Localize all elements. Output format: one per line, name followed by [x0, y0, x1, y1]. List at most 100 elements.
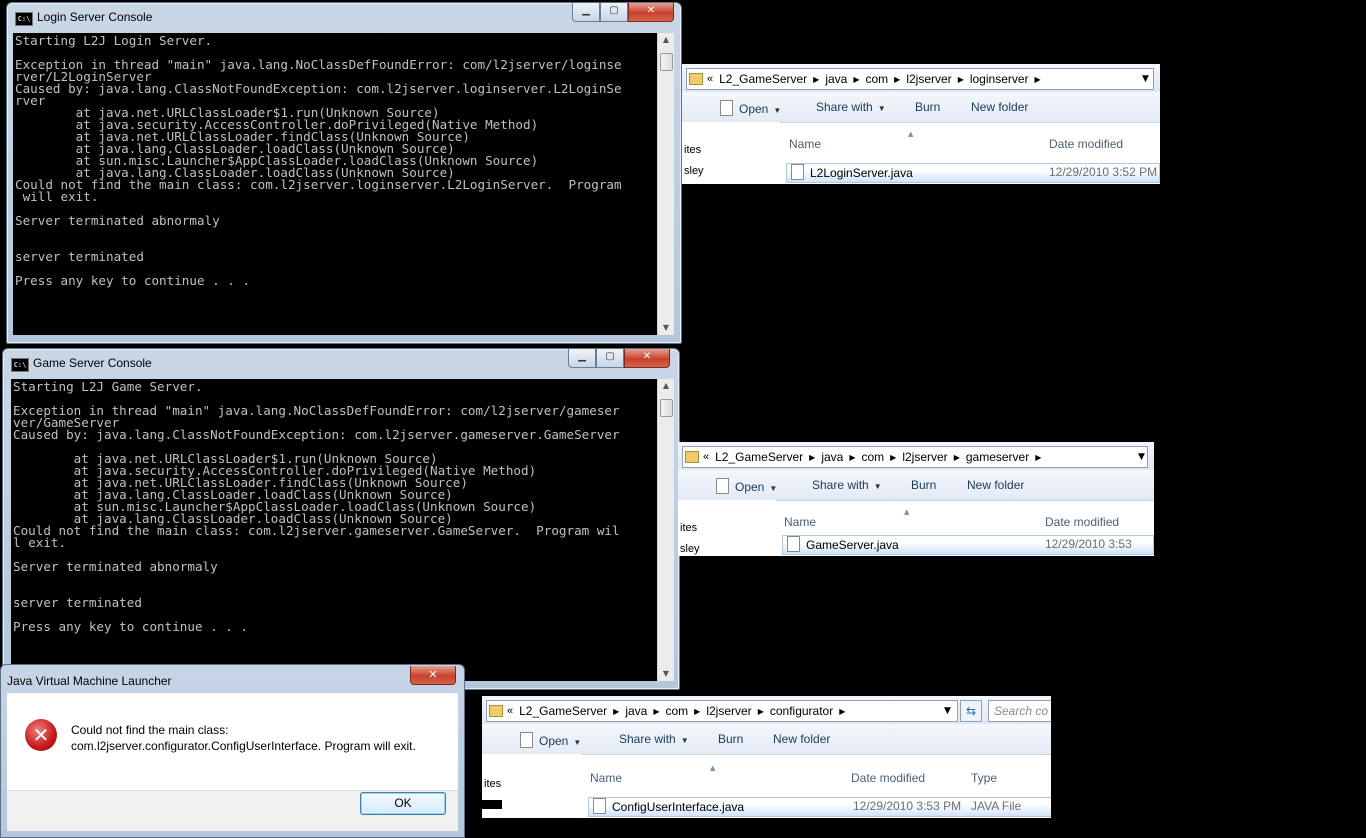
share-with-button[interactable]: Share with ▼ — [619, 732, 689, 746]
breadcrumb-com[interactable]: com — [660, 704, 695, 718]
address-dropdown-icon[interactable]: ▼ — [944, 706, 951, 716]
command-bar: Open ▼ Share with ▼ Burn New folder — [682, 92, 1160, 123]
file-name: ConfigUserInterface.java — [612, 800, 745, 814]
column-header-name[interactable]: Name — [590, 771, 622, 785]
close-button[interactable]: ✕ — [624, 349, 670, 368]
close-button[interactable]: ✕ — [628, 3, 674, 22]
breadcrumb-l2-gameserver[interactable]: L2_GameServer — [513, 704, 613, 718]
file-type: JAVA File — [971, 799, 1022, 813]
breadcrumb-l2-gameserver[interactable]: L2_GameServer — [709, 450, 809, 464]
column-header-date[interactable]: Date modified — [851, 771, 925, 785]
column-header-date[interactable]: Date modified — [1049, 137, 1123, 151]
console-scrollbar[interactable]: ▲ ▼ — [657, 379, 674, 681]
open-button[interactable]: Open ▼ — [716, 478, 777, 494]
nav-item[interactable]: ites — [684, 144, 701, 156]
file-row[interactable]: L2LoginServer.java 12/29/2010 3:52 PM — [786, 163, 1160, 183]
column-header-name[interactable]: Name — [789, 137, 821, 151]
breadcrumb[interactable]: « L2_GameServer ▶ java ▶ com ▶ l2jserver ▶ g… — [682, 446, 1148, 468]
scroll-up-arrow-icon[interactable]: ▲ — [658, 379, 674, 393]
scroll-thumb[interactable] — [660, 399, 673, 417]
breadcrumb-arrow-icon[interactable]: ▶ — [1035, 453, 1041, 462]
share-with-button[interactable]: Share with ▼ — [812, 478, 882, 492]
scroll-down-arrow-icon[interactable]: ▼ — [658, 321, 674, 335]
chevron-down-icon: ▼ — [773, 106, 782, 115]
breadcrumb-l2-gameserver[interactable]: L2_GameServer — [713, 72, 813, 86]
column-header-name[interactable]: Name — [784, 515, 816, 529]
column-header-type[interactable]: Type — [971, 771, 997, 785]
open-button[interactable]: Open ▼ — [720, 100, 781, 116]
folder-icon — [685, 451, 699, 463]
console-icon: C:\ — [15, 12, 33, 26]
breadcrumb-arrow-icon[interactable]: ▶ — [839, 707, 845, 716]
refresh-icon: ⇆ — [965, 704, 977, 718]
java-file-icon — [787, 536, 800, 552]
breadcrumb-gameserver[interactable]: gameserver — [960, 450, 1035, 464]
new-folder-button[interactable]: New folder — [971, 100, 1028, 114]
address-bar: « L2_GameServer ▶ java ▶ com ▶ l2jserver ▶ l… — [682, 64, 1160, 93]
nav-item[interactable]: sley — [680, 543, 700, 555]
breadcrumb-java[interactable]: java — [619, 704, 653, 718]
scroll-down-arrow-icon[interactable]: ▼ — [658, 667, 674, 681]
burn-button[interactable]: Burn — [911, 478, 936, 492]
breadcrumb-l2jserver[interactable]: l2jserver — [896, 450, 953, 464]
message-line-1: Could not find the main class: — [71, 723, 229, 737]
search-input[interactable]: Search co — [988, 700, 1051, 722]
burn-button[interactable]: Burn — [915, 100, 940, 114]
navigation-pane: ites sley — [682, 122, 780, 184]
breadcrumb-l2jserver[interactable]: l2jserver — [900, 72, 957, 86]
java-file-icon — [593, 798, 606, 814]
sort-indicator-icon: ▲ — [904, 508, 910, 516]
burn-button[interactable]: Burn — [718, 732, 743, 746]
address-bar: « L2_GameServer ▶ java ▶ com ▶ l2jserver ▶ c… — [482, 696, 1051, 725]
minimize-button[interactable]: ▁ — [572, 3, 600, 22]
breadcrumb-com[interactable]: com — [860, 72, 895, 86]
explorer-gameserver: « L2_GameServer ▶ java ▶ com ▶ l2jserver ▶ g… — [678, 442, 1154, 556]
address-bar: « L2_GameServer ▶ java ▶ com ▶ l2jserver ▶ g… — [678, 442, 1154, 471]
breadcrumb-configurator[interactable]: configurator — [764, 704, 839, 718]
message-line-2: com.l2jserver.configurator.ConfigUserInt… — [71, 739, 416, 753]
console-text: Starting L2J Game Server. Exception in t… — [13, 379, 620, 634]
chevron-down-icon: ▼ — [873, 482, 882, 491]
refresh-button[interactable]: ⇆ — [960, 700, 982, 722]
navigation-pane: ites — [482, 754, 582, 818]
maximize-button[interactable]: ▢ — [600, 3, 628, 22]
address-dropdown-icon[interactable]: ▼ — [1142, 74, 1149, 84]
file-row[interactable]: GameServer.java 12/29/2010 3:53 PM — [782, 535, 1154, 556]
breadcrumb[interactable]: « L2_GameServer ▶ java ▶ com ▶ l2jserver ▶ c… — [486, 700, 958, 722]
address-dropdown-icon[interactable]: ▼ — [1138, 452, 1145, 462]
command-bar: Open ▼ Share with ▼ Burn New folder — [482, 724, 1051, 755]
explorer-loginserver: « L2_GameServer ▶ java ▶ com ▶ l2jserver ▶ l… — [682, 64, 1160, 184]
window-title: Game Server Console — [33, 356, 152, 370]
file-row[interactable]: ConfigUserInterface.java 12/29/2010 3:53… — [588, 797, 1051, 817]
maximize-button[interactable]: ▢ — [596, 349, 624, 368]
chevron-down-icon: ▼ — [877, 104, 886, 113]
nav-item[interactable]: ites — [680, 522, 697, 534]
share-with-button[interactable]: Share with ▼ — [816, 100, 886, 114]
column-header-date[interactable]: Date modified — [1045, 515, 1119, 529]
breadcrumb-java[interactable]: java — [815, 450, 849, 464]
nav-item[interactable]: sley — [684, 165, 704, 177]
breadcrumb-arrow-icon[interactable]: ▶ — [1035, 75, 1041, 84]
file-date: 12/29/2010 3:52 PM — [1049, 165, 1158, 179]
console-scrollbar[interactable]: ▲ ▼ — [657, 33, 674, 335]
document-icon — [720, 100, 733, 116]
close-button[interactable]: ✕ — [410, 666, 456, 685]
ok-button[interactable]: OK — [360, 792, 446, 815]
nav-item[interactable]: ites — [484, 778, 501, 790]
file-name: GameServer.java — [806, 538, 899, 552]
breadcrumb-java[interactable]: java — [819, 72, 853, 86]
breadcrumb-loginserver[interactable]: loginserver — [964, 72, 1035, 86]
window-controls: ▁ ▢ ✕ — [568, 349, 670, 369]
breadcrumb[interactable]: « L2_GameServer ▶ java ▶ com ▶ l2jserver ▶ l… — [686, 68, 1154, 90]
breadcrumb-l2jserver[interactable]: l2jserver — [700, 704, 757, 718]
scroll-thumb[interactable] — [660, 53, 673, 71]
console-output[interactable]: Starting L2J Game Server. Exception in t… — [11, 379, 657, 681]
open-button[interactable]: Open ▼ — [520, 732, 581, 748]
minimize-button[interactable]: ▁ — [568, 349, 596, 368]
breadcrumb-com[interactable]: com — [856, 450, 891, 464]
scroll-up-arrow-icon[interactable]: ▲ — [658, 33, 674, 47]
new-folder-button[interactable]: New folder — [967, 478, 1024, 492]
console-output[interactable]: Starting L2J Login Server. Exception in … — [13, 33, 657, 335]
nav-item-redacted — [482, 800, 502, 809]
new-folder-button[interactable]: New folder — [773, 732, 830, 746]
